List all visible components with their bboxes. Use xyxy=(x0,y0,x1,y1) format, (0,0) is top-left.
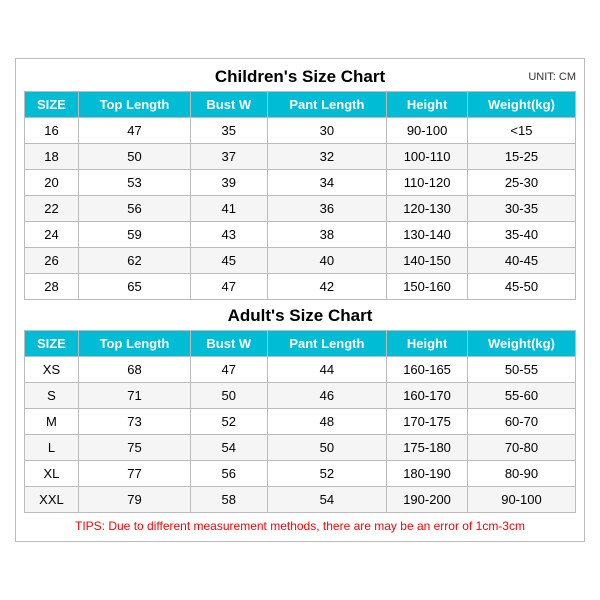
unit-label: UNIT: CM xyxy=(528,71,576,83)
table-row: 22564136120-13030-35 xyxy=(25,196,576,222)
table-row: 24594338130-14035-40 xyxy=(25,222,576,248)
adult-col-weight: Weight(kg) xyxy=(467,331,575,357)
table-row: 28654742150-16045-50 xyxy=(25,274,576,300)
children-col-pant: Pant Length xyxy=(267,92,387,118)
table-row: 26624540140-15040-45 xyxy=(25,248,576,274)
adult-col-pant: Pant Length xyxy=(267,331,387,357)
adult-col-height: Height xyxy=(387,331,468,357)
size-chart-container: Children's Size Chart UNIT: CM SIZE Top … xyxy=(15,58,585,542)
children-section-title: Children's Size Chart xyxy=(215,67,385,87)
tips-text: TIPS: Due to different measurement metho… xyxy=(24,519,576,533)
adult-body: XS684744160-16550-55S715046160-17055-60M… xyxy=(25,357,576,513)
children-col-weight: Weight(kg) xyxy=(467,92,575,118)
children-col-size: SIZE xyxy=(25,92,79,118)
children-col-top-length: Top Length xyxy=(78,92,190,118)
table-row: 1647353090-100<15 xyxy=(25,118,576,144)
children-table: SIZE Top Length Bust W Pant Length Heigh… xyxy=(24,91,576,300)
children-col-bust: Bust W xyxy=(191,92,268,118)
adult-header-row: SIZE Top Length Bust W Pant Length Heigh… xyxy=(25,331,576,357)
table-row: S715046160-17055-60 xyxy=(25,383,576,409)
table-row: XXL795854190-20090-100 xyxy=(25,487,576,513)
table-row: L755450175-18070-80 xyxy=(25,435,576,461)
adult-section-title: Adult's Size Chart xyxy=(228,306,373,326)
table-row: XL775652180-19080-90 xyxy=(25,461,576,487)
adult-table: SIZE Top Length Bust W Pant Length Heigh… xyxy=(24,330,576,513)
table-row: 20533934110-12025-30 xyxy=(25,170,576,196)
table-row: 18503732100-11015-25 xyxy=(25,144,576,170)
children-header-row: SIZE Top Length Bust W Pant Length Heigh… xyxy=(25,92,576,118)
table-row: XS684744160-16550-55 xyxy=(25,357,576,383)
adult-section: Adult's Size Chart SIZE Top Length Bust … xyxy=(24,306,576,513)
adult-col-size: SIZE xyxy=(25,331,79,357)
children-title-row: Children's Size Chart UNIT: CM xyxy=(24,67,576,87)
children-col-height: Height xyxy=(387,92,468,118)
adult-title-row: Adult's Size Chart xyxy=(24,306,576,326)
children-body: 1647353090-100<1518503732100-11015-25205… xyxy=(25,118,576,300)
adult-col-top-length: Top Length xyxy=(78,331,190,357)
adult-col-bust: Bust W xyxy=(191,331,268,357)
table-row: M735248170-17560-70 xyxy=(25,409,576,435)
